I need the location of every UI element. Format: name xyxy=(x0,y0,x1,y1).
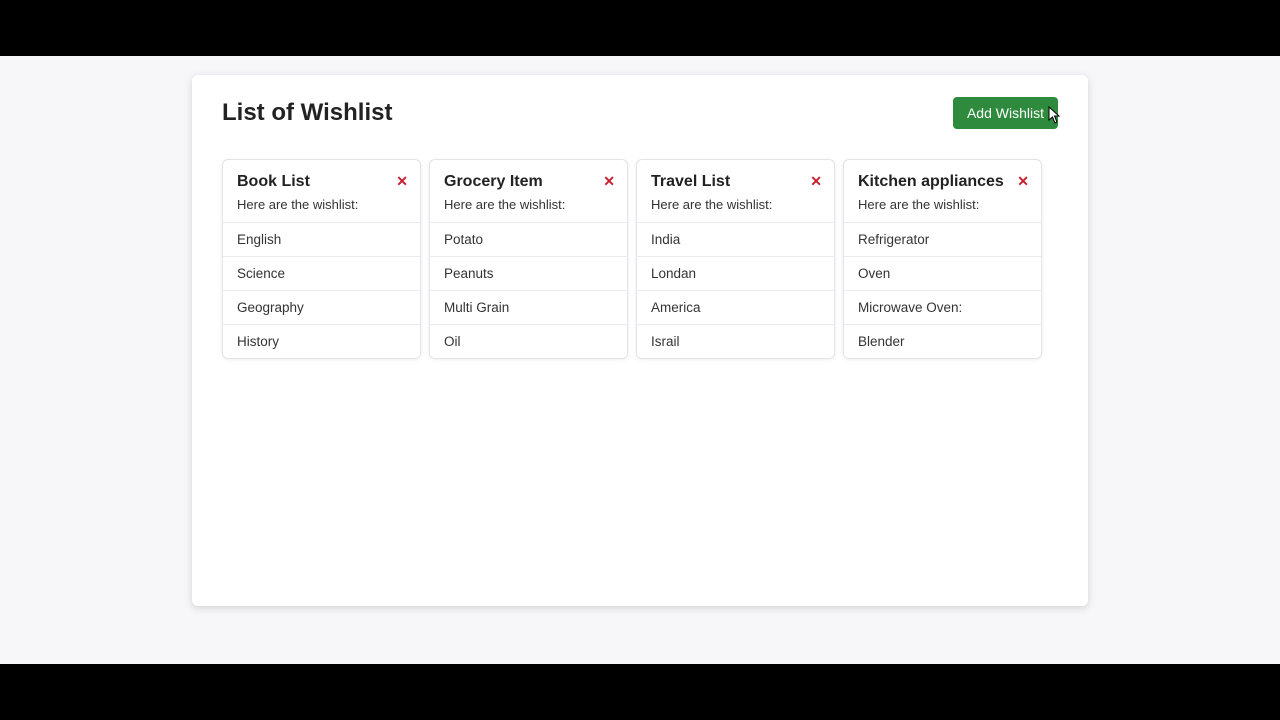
card-header: Book List✕ Here are the wishlist: xyxy=(223,160,420,222)
list-item: Science xyxy=(223,256,420,290)
list-item: Microwave Oven: xyxy=(844,290,1041,324)
list-item: Potato xyxy=(430,223,627,256)
wishlist-card: Travel List✕ Here are the wishlist: IndiaL… xyxy=(636,159,835,359)
wishlist-card: Grocery Item✕ Here are the wishlist: Potat… xyxy=(429,159,628,359)
list-item: English xyxy=(223,223,420,256)
close-icon[interactable]: ✕ xyxy=(603,174,615,188)
card-title: Travel List xyxy=(651,172,820,191)
card-subtitle: Here are the wishlist: xyxy=(651,197,820,212)
wishlist-cards-container: Book List✕Here are the wishlist:EnglishS… xyxy=(222,159,1058,359)
list-item: Blender xyxy=(844,324,1041,358)
card-items: RefrigeratorOvenMicrowave Oven:Blender xyxy=(844,222,1041,358)
list-item: Refrigerator xyxy=(844,223,1041,256)
card-items: EnglishScienceGeographyHistory xyxy=(223,222,420,358)
panel-header: List of Wishlist Add Wishlist xyxy=(222,97,1058,129)
card-header: Kitchen appliances✕ Here are the wishlist… xyxy=(844,160,1041,222)
list-item: Oil xyxy=(430,324,627,358)
list-item: America xyxy=(637,290,834,324)
card-subtitle: Here are the wishlist: xyxy=(444,197,613,212)
wishlist-card: Kitchen appliances✕ Here are the wishlist… xyxy=(843,159,1042,359)
close-icon[interactable]: ✕ xyxy=(1017,174,1029,188)
card-items: IndiaLondanAmericaIsrail xyxy=(637,222,834,358)
page-title: List of Wishlist xyxy=(222,99,392,127)
list-item: Londan xyxy=(637,256,834,290)
card-header: Travel List✕ Here are the wishlist: xyxy=(637,160,834,222)
list-item: Peanuts xyxy=(430,256,627,290)
card-title: Kitchen appliances xyxy=(858,172,1027,191)
list-item: Multi Grain xyxy=(430,290,627,324)
wishlist-card: Book List✕ Here are the wishlist: EnglishS… xyxy=(222,159,421,359)
list-item: Geography xyxy=(223,290,420,324)
card-title: Grocery Item xyxy=(444,172,613,191)
close-icon[interactable]: ✕ xyxy=(396,174,408,188)
card-title: Book List xyxy=(237,172,406,191)
list-item: Oven xyxy=(844,256,1041,290)
list-item: India xyxy=(637,223,834,256)
card-header: Grocery Item✕ Here are the wishlist: xyxy=(430,160,627,222)
close-icon[interactable]: ✕ xyxy=(810,174,822,188)
card-items: PotatoPeanutsMulti GrainOil xyxy=(430,222,627,358)
list-item: Israil xyxy=(637,324,834,358)
card-subtitle: Here are the wishlist: xyxy=(237,197,406,212)
add-wishlist-button[interactable]: Add Wishlist xyxy=(953,97,1058,129)
list-item: History xyxy=(223,324,420,358)
wishlist-panel: List of Wishlist Add Wishlist Book List✕… xyxy=(192,75,1088,606)
card-subtitle: Here are the wishlist: xyxy=(858,197,1027,212)
